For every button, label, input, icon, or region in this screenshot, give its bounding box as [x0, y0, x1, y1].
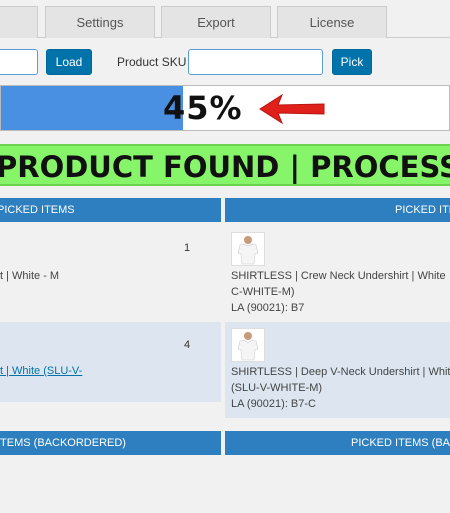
column-header-label: PICKED ITEMS [395, 204, 450, 216]
shirt-icon [237, 236, 259, 265]
column-header-picked-backordered: PICKED ITEMS (BACKORDERED) [225, 431, 450, 455]
status-banner-text: PRODUCT FOUND | PROCESSING [0, 150, 450, 184]
order-number-input[interactable] [0, 49, 38, 75]
progress-percent: 45% [163, 89, 243, 127]
product-sku-input[interactable] [188, 49, 323, 75]
progress-bar: 45% [0, 85, 450, 131]
column-header-label: ITEMS (BACKORDERED) [0, 437, 126, 449]
picked-item-name: SHIRTLESS | Deep V-Neck Undershirt | Whi… [231, 366, 450, 378]
item-name-link[interactable]: t | White (SLU-V- [0, 363, 82, 379]
column-header-items-to-pick: PICKED ITEMS [0, 198, 221, 222]
product-sku-label: Product SKU [117, 55, 187, 69]
arrow-left-icon [259, 93, 325, 125]
picked-item-sku: C-WHITE-M) [231, 286, 295, 298]
item-qty: 1 [184, 242, 191, 254]
picked-item-location: LA (90021): B7-C [231, 398, 316, 410]
column-header-label: PICKED ITEMS [0, 204, 75, 216]
load-button[interactable]: Load [46, 49, 92, 75]
tab-export[interactable]: Export [161, 6, 271, 38]
picked-item-sku: (SLU-V-WHITE-M) [231, 382, 323, 394]
item-qty: 4 [184, 339, 191, 351]
tab-license[interactable]: License [277, 6, 387, 38]
pick-button[interactable]: Pick [332, 49, 372, 75]
product-thumbnail [231, 232, 265, 266]
tab-settings[interactable]: Settings [45, 6, 155, 38]
table-row-highlight [0, 322, 221, 402]
item-name: t | White - M [0, 270, 60, 282]
status-banner: PRODUCT FOUND | PROCESSING [0, 144, 450, 186]
column-header-backordered: ITEMS (BACKORDERED) [0, 431, 221, 455]
product-thumbnail [231, 328, 265, 362]
picked-item-name: SHIRTLESS | Crew Neck Undershirt | White [231, 270, 446, 282]
progress-fill [1, 86, 184, 130]
shirt-icon [237, 332, 259, 361]
tab-bar: Settings Export License [0, 0, 450, 38]
column-header-picked-items: PICKED ITEMS [225, 198, 450, 222]
tab-previous[interactable] [0, 6, 38, 38]
picked-item-location: LA (90021): B7 [231, 302, 305, 314]
column-header-label: PICKED ITEMS (BACKORDERED) [351, 437, 450, 449]
